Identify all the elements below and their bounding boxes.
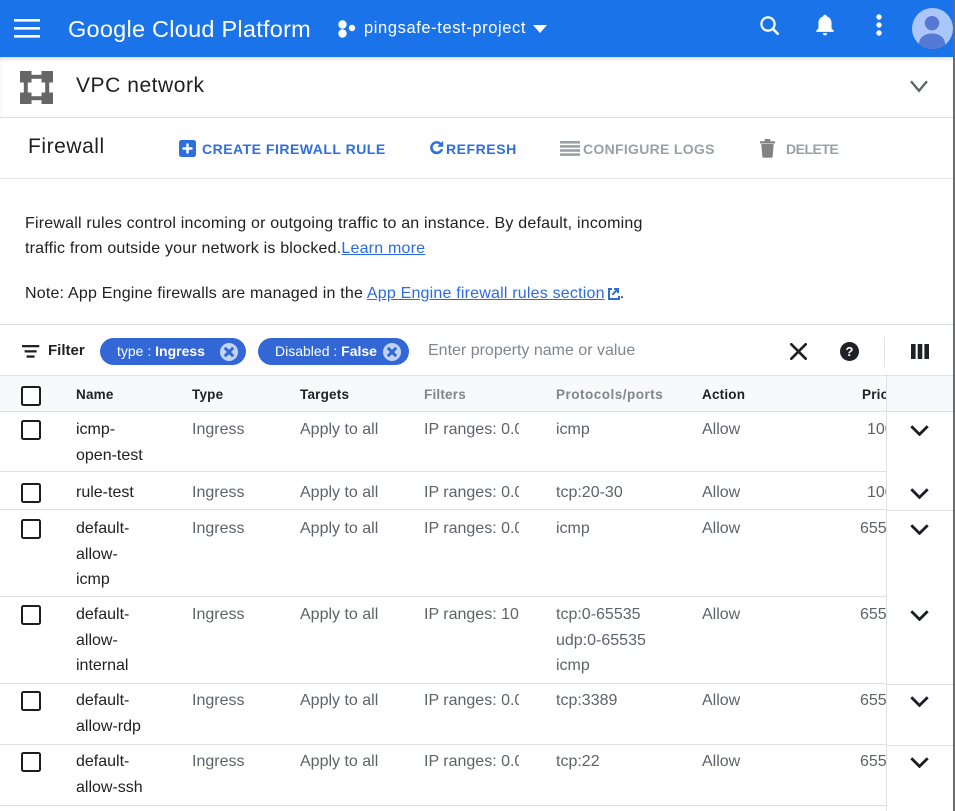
svg-text:?: ?	[846, 344, 854, 359]
